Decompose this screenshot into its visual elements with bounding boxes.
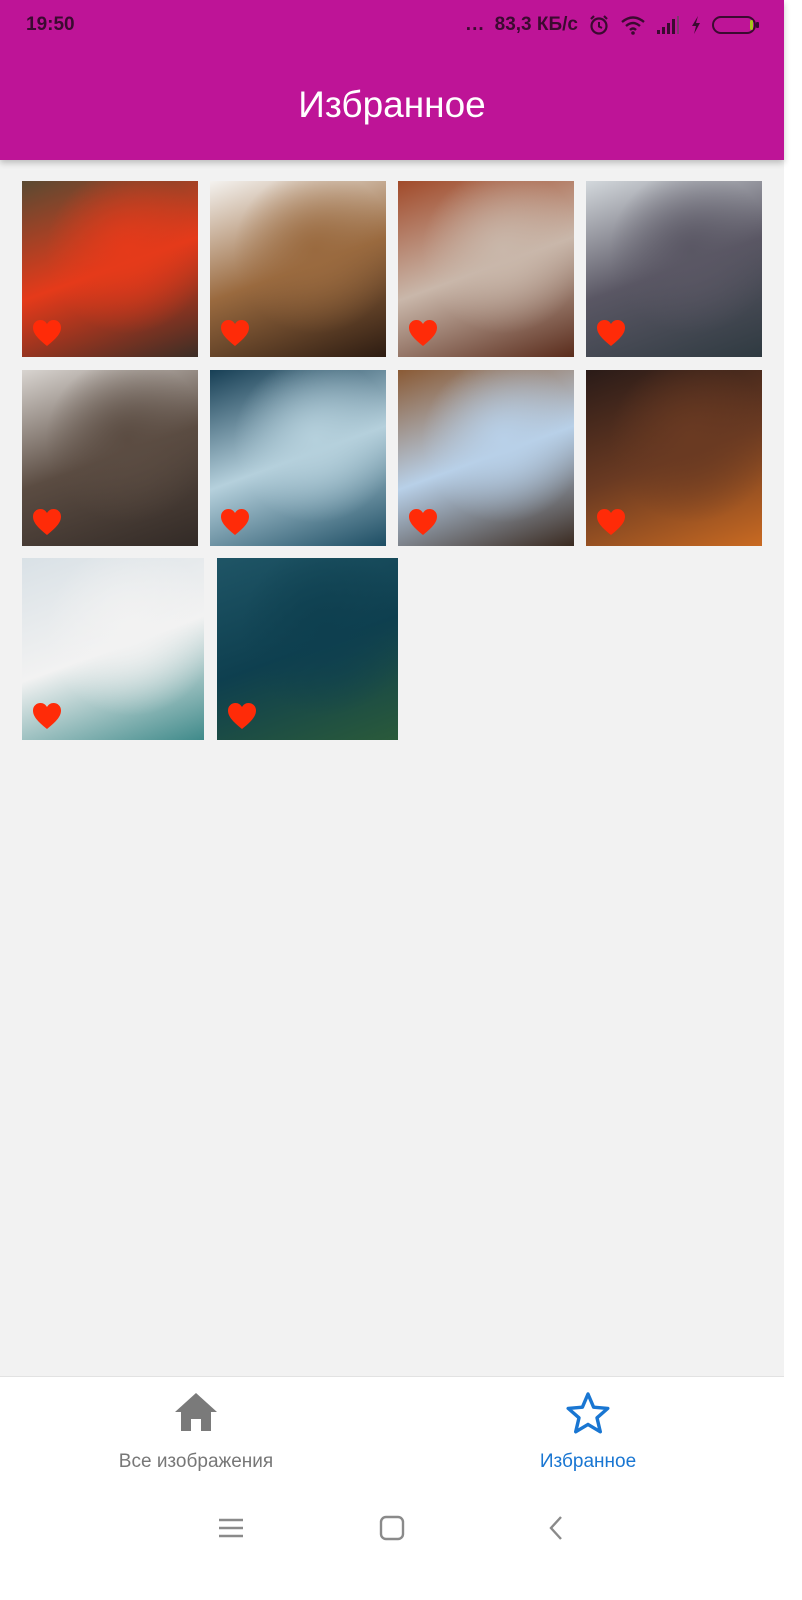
status-bar: 19:50 ... 83,3 КБ/с	[0, 0, 784, 50]
battery-icon	[712, 15, 760, 35]
favorite-heart-icon[interactable]	[32, 508, 62, 536]
image-tile[interactable]	[586, 370, 762, 546]
image-tile[interactable]	[217, 558, 398, 740]
nav-all-images-label: Все изображения	[118, 1451, 274, 1472]
image-tile[interactable]	[210, 181, 386, 357]
image-tile[interactable]	[398, 181, 574, 357]
system-navigation-bar	[0, 1486, 784, 1600]
star-icon	[565, 1391, 611, 1440]
nav-all-images[interactable]: Все изображения	[0, 1377, 392, 1487]
favorite-heart-icon[interactable]	[220, 319, 250, 347]
status-time: 19:50	[26, 14, 75, 35]
image-tile[interactable]	[210, 370, 386, 546]
app-header: 19:50 ... 83,3 КБ/с Избранное	[0, 0, 784, 160]
image-tile[interactable]	[586, 181, 762, 357]
signal-icon	[656, 15, 680, 35]
home-square-icon[interactable]	[372, 1508, 412, 1548]
favorite-heart-icon[interactable]	[32, 702, 62, 730]
bottom-navigation: Все изображения Избранное	[0, 1376, 784, 1487]
favorites-grid	[0, 0, 784, 1376]
nav-favorites-label: Избранное	[539, 1451, 637, 1472]
home-icon	[173, 1391, 219, 1438]
image-tile[interactable]	[22, 558, 204, 740]
favorite-heart-icon[interactable]	[32, 319, 62, 347]
favorite-heart-icon[interactable]	[220, 508, 250, 536]
favorite-heart-icon[interactable]	[408, 319, 438, 347]
favorite-heart-icon[interactable]	[596, 319, 626, 347]
wifi-icon	[620, 14, 646, 36]
nav-favorites[interactable]: Избранное	[392, 1377, 784, 1487]
network-speed: 83,3 КБ/с	[494, 14, 578, 35]
image-tile[interactable]	[398, 370, 574, 546]
menu-icon[interactable]	[211, 1508, 251, 1548]
back-icon[interactable]	[536, 1508, 576, 1548]
image-tile[interactable]	[22, 370, 198, 546]
charging-icon	[690, 15, 702, 35]
favorite-heart-icon[interactable]	[408, 508, 438, 536]
favorite-heart-icon[interactable]	[596, 508, 626, 536]
alarm-icon	[588, 14, 610, 36]
favorite-heart-icon[interactable]	[227, 702, 257, 730]
image-tile[interactable]	[22, 181, 198, 357]
status-more-dots: ...	[465, 14, 485, 35]
screen-edge	[784, 0, 802, 1600]
page-title: Избранное	[298, 84, 486, 125]
